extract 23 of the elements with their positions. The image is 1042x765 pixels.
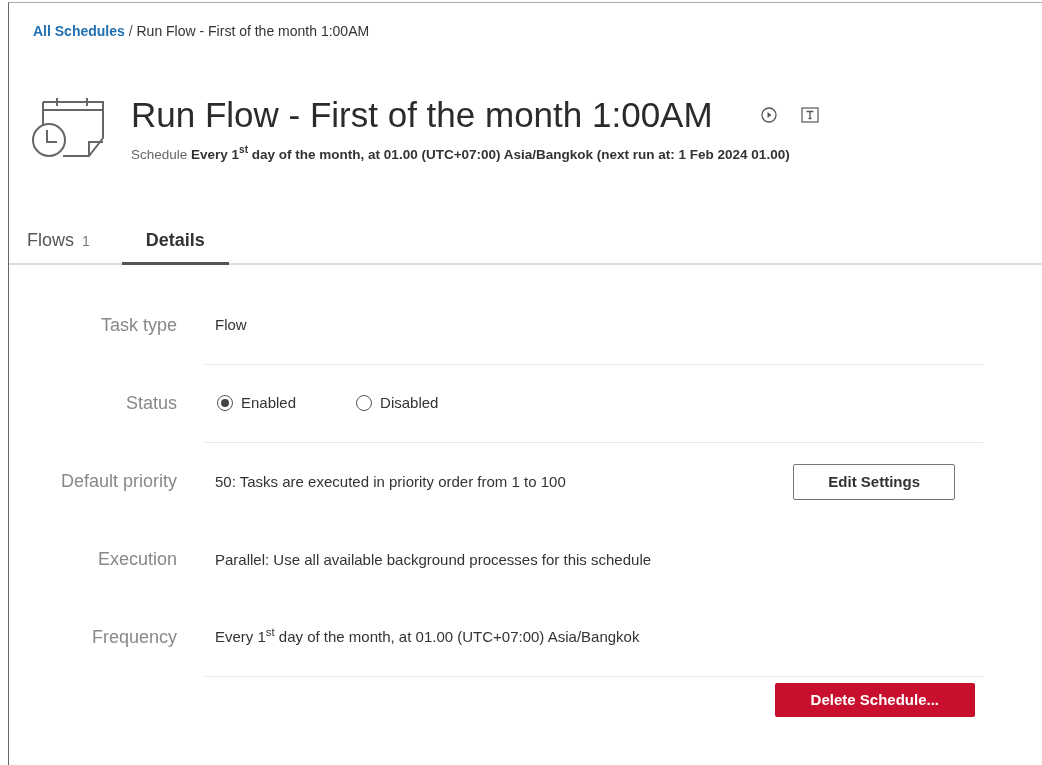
delete-button[interactable]: Delete Schedule... xyxy=(774,682,975,718)
breadcrumb-current: Run Flow - First of the month 1:00AM xyxy=(136,23,370,39)
field-label: Status xyxy=(124,392,177,416)
field-value: Parallel: Use all available background processes for this schedule xyxy=(215,549,652,570)
breadcrumb-separator: / xyxy=(128,23,133,39)
tab[interactable]: Flows 1 xyxy=(21,226,102,265)
text-icon[interactable] xyxy=(800,107,819,124)
page-title: Run Flow - First of the month 1:00AM xyxy=(131,96,713,135)
field-label: Task type xyxy=(99,314,177,338)
tab[interactable]: Details xyxy=(121,226,229,265)
run-icon[interactable] xyxy=(760,107,777,124)
field-label: Frequency xyxy=(90,626,177,650)
schedule-value: Every 1$^{st}$ day of the month, at 01.00 (UTC+07:00) Asia/Bangkok (next run at: 1 Feb 2024 01.00) xyxy=(191,146,790,162)
radio-option[interactable]: Disabled xyxy=(356,392,439,415)
breadcrumb-link[interactable]: All Schedules xyxy=(33,23,125,39)
field-label: Default priority xyxy=(59,470,177,494)
schedule-label: Schedule xyxy=(131,146,188,162)
radio-option[interactable]: Enabled xyxy=(217,392,297,415)
field-value: 50: Tasks are executed in priority order from 1 to 100 xyxy=(215,471,566,492)
field-value: Every 1$^{st}$ day of the month, at 01.00 (UTC+07:00) Asia/Bangkok xyxy=(215,626,640,647)
field-label: Execution xyxy=(96,548,177,572)
edit-settings-button[interactable]: Edit Settings xyxy=(793,463,955,500)
field-value: Flow xyxy=(215,315,247,335)
